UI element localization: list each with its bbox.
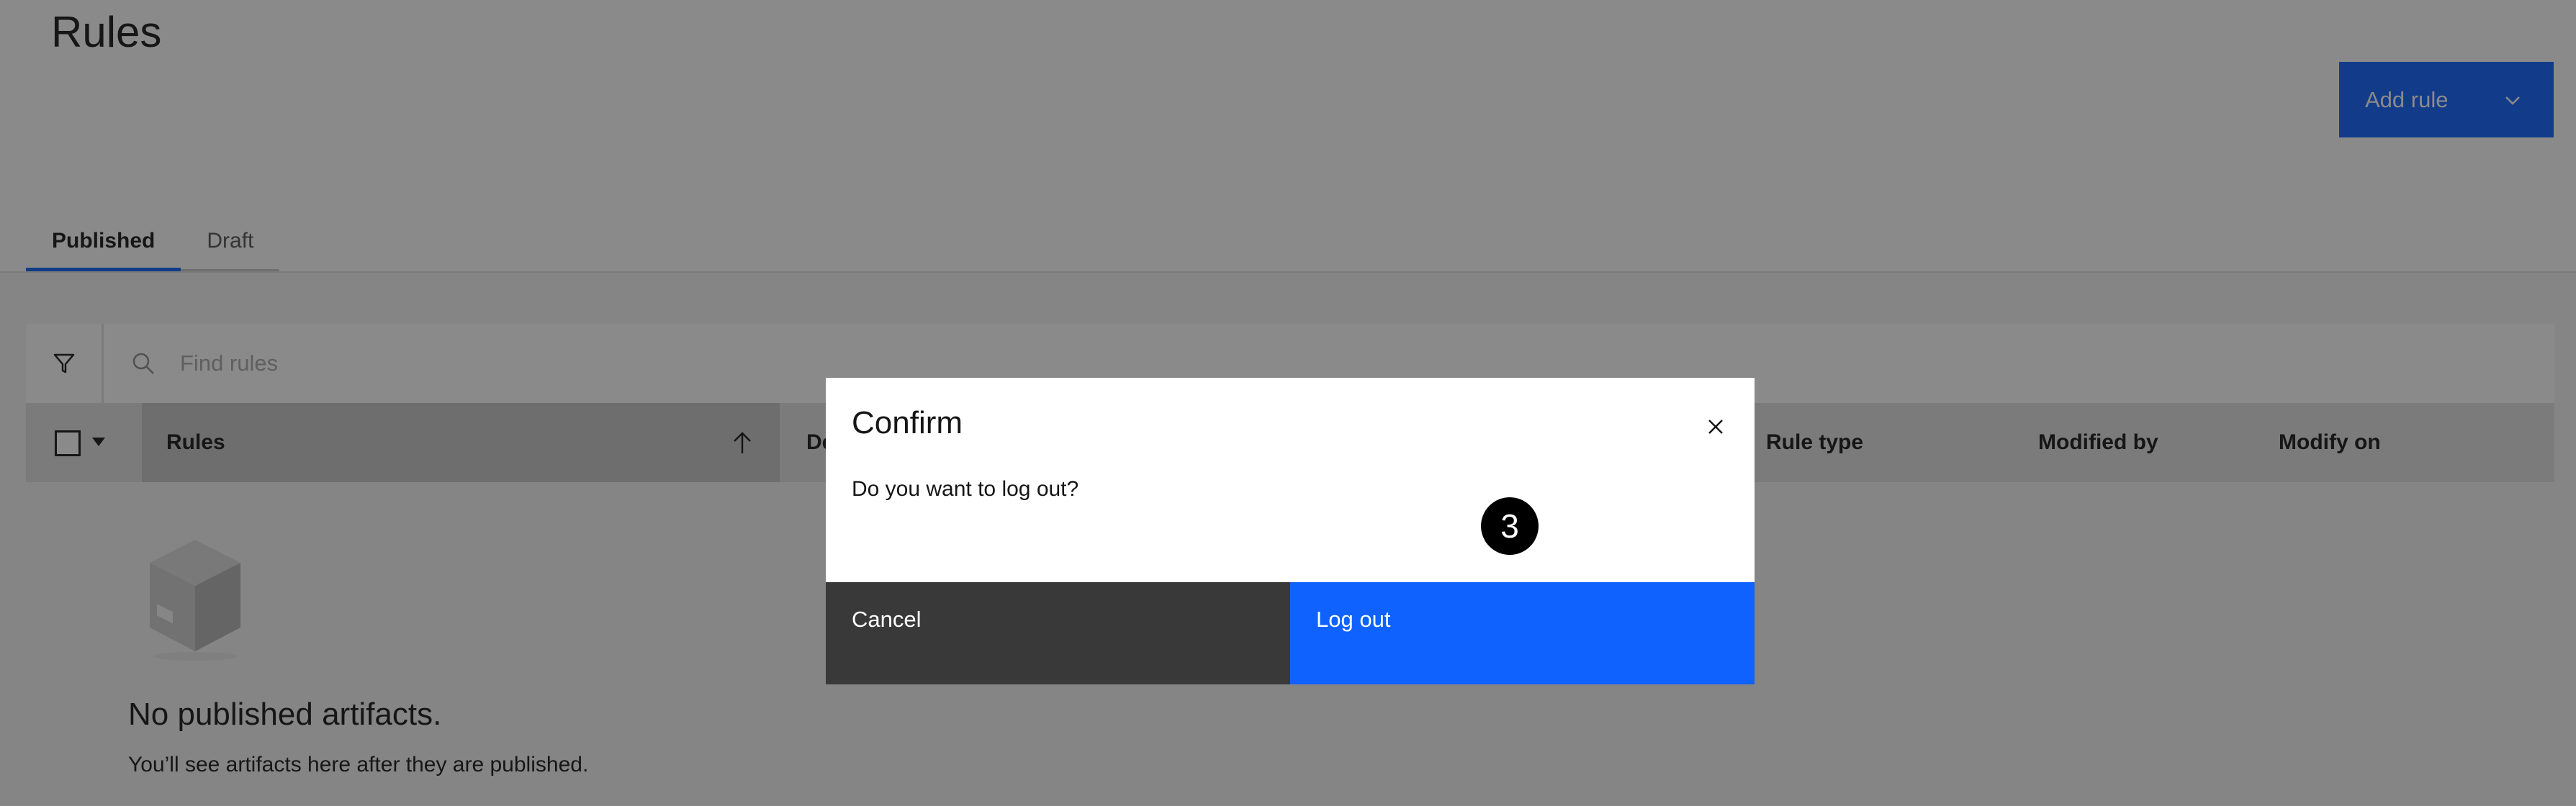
close-icon: [1708, 420, 1723, 434]
close-button[interactable]: [1694, 405, 1737, 448]
dialog-title: Confirm: [852, 405, 963, 440]
dialog-message: Do you want to log out?: [852, 477, 1079, 501]
cancel-button[interactable]: Cancel: [826, 582, 1290, 684]
dialog-footer: Cancel Log out: [826, 582, 1755, 684]
step-badge: 3: [1481, 497, 1539, 555]
log-out-button[interactable]: Log out: [1290, 582, 1755, 684]
confirm-dialog: Confirm Do you want to log out? 3 Cancel…: [826, 378, 1755, 684]
